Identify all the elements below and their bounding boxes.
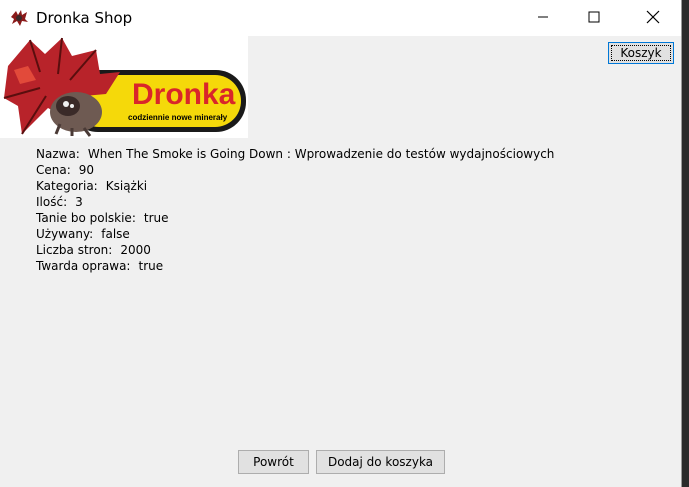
shop-logo: Dronka codziennie nowe minerały [0,36,248,138]
window-title: Dronka Shop [36,9,133,27]
dragon-app-icon [11,10,28,26]
field-value: When The Smoke is Going Down : Wprowadze… [87,147,555,161]
add-to-cart-button[interactable]: Dodaj do koszyka [316,450,445,474]
field-label: Ilość: [36,195,68,209]
field-value: 2000 [120,243,151,257]
field-page-count: Liczba stron: 2000 [36,242,554,258]
field-label: Twarda oprawa: [36,259,131,273]
field-used: Używany: false [36,226,554,242]
cart-button[interactable]: Koszyk [608,42,674,64]
product-details: Nazwa: When The Smoke is Going Down : Wpr… [36,146,554,274]
field-value: 90 [78,163,95,177]
field-label: Kategoria: [36,179,98,193]
field-label: Cena: [36,163,71,177]
background-desktop [682,0,689,487]
field-value: true [143,211,169,225]
maximize-button[interactable] [571,0,617,34]
logo-tagline: codziennie nowe minerały [128,113,228,122]
field-quantity: Ilość: 3 [36,194,554,210]
logo-brand: Dronka [132,78,236,111]
field-label: Tanie bo polskie: [36,211,136,225]
field-label: Używany: [36,227,94,241]
field-value: false [101,227,130,241]
field-name: Nazwa: When The Smoke is Going Down : Wpr… [36,146,554,162]
field-hardcover: Twarda oprawa: true [36,258,554,274]
field-label: Liczba stron: [36,243,113,257]
minimize-button[interactable] [520,0,566,34]
field-price: Cena: 90 [36,162,554,178]
close-icon [646,10,660,24]
title-bar[interactable]: Dronka Shop [0,0,681,36]
field-value: Książki [105,179,148,193]
minimize-icon [538,16,548,18]
app-window: Dronka Shop Dronka codziennie nowe miner… [0,0,682,487]
field-cheap-polish: Tanie bo polskie: true [36,210,554,226]
field-value: true [138,259,164,273]
back-button[interactable]: Powrót [238,450,309,474]
maximize-icon [588,11,600,23]
field-value: 3 [75,195,83,209]
field-label: Nazwa: [36,147,80,161]
close-button[interactable] [630,0,676,34]
field-category: Kategoria: Książki [36,178,554,194]
